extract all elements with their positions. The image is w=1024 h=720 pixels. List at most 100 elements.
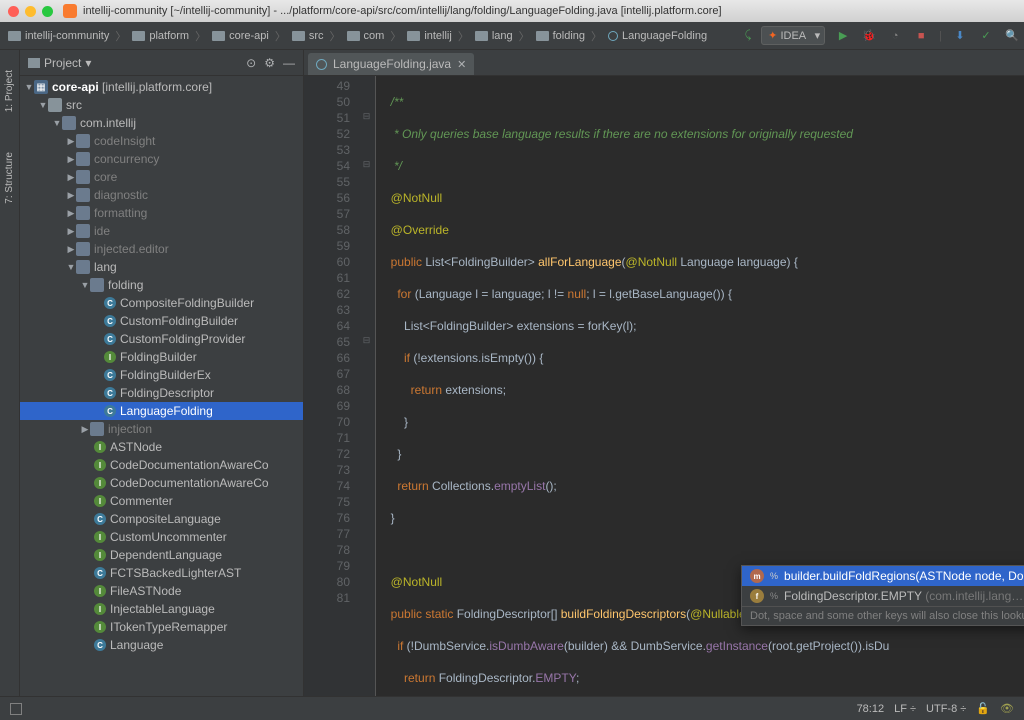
minimize-window-button[interactable]: [25, 6, 36, 17]
project-header: Project ▾ ⊙ ⚙ —: [20, 50, 303, 76]
debug-button[interactable]: 🐞: [861, 28, 877, 44]
class-icon: C: [104, 369, 116, 381]
close-window-button[interactable]: [8, 6, 19, 17]
tree-class[interactable]: CLanguage: [20, 636, 303, 654]
interface-icon: I: [94, 549, 106, 561]
editor-tab[interactable]: LanguageFolding.java ✕: [308, 53, 474, 75]
tree-folder[interactable]: ▶concurrency: [20, 150, 303, 168]
tool-windows-toggle[interactable]: [10, 703, 22, 715]
tree-class[interactable]: ICodeDocumentationAwareCo: [20, 456, 303, 474]
line-number-gutter[interactable]: 4950515253 54 55565758596061626364656667…: [304, 76, 358, 696]
vcs-update-button[interactable]: ⬇: [952, 28, 968, 44]
run-config-selector[interactable]: ✦ IDEA: [761, 26, 825, 45]
caret-position[interactable]: 78:12: [857, 703, 885, 715]
tree-class[interactable]: IDependentLanguage: [20, 546, 303, 564]
scroll-from-source-icon[interactable]: ⊙: [246, 56, 256, 70]
tree-folder[interactable]: ▶ide: [20, 222, 303, 240]
read-only-toggle-icon[interactable]: 🔓: [976, 702, 990, 715]
folder-icon: [8, 31, 21, 41]
status-bar: 78:12 LF ÷ UTF-8 ÷ 🔓 👁: [0, 696, 1024, 720]
project-tree[interactable]: ▼▦core-api [intellij.platform.core] ▼src…: [20, 76, 303, 696]
breadcrumb-item[interactable]: platform: [128, 30, 193, 42]
file-encoding[interactable]: UTF-8 ÷: [926, 703, 966, 715]
tree-class[interactable]: ICodeDocumentationAwareCo: [20, 474, 303, 492]
tab-label: LanguageFolding.java: [333, 57, 451, 71]
app-icon: [63, 4, 77, 18]
package-icon: [76, 152, 90, 166]
package-icon: [90, 278, 104, 292]
breadcrumb-item[interactable]: com: [343, 30, 389, 42]
run-button[interactable]: ▶: [835, 28, 851, 44]
search-button[interactable]: 🔍: [1004, 28, 1020, 44]
tree-class[interactable]: IFoldingBuilder: [20, 348, 303, 366]
coverage-button[interactable]: ◔: [887, 28, 903, 44]
tree-class[interactable]: CFoldingDescriptor: [20, 384, 303, 402]
tree-class[interactable]: ICustomUncommenter: [20, 528, 303, 546]
tree-class[interactable]: IASTNode: [20, 438, 303, 456]
inspections-icon[interactable]: 👁: [1000, 702, 1014, 715]
tree-folder[interactable]: ▶formatting: [20, 204, 303, 222]
project-title: Project: [44, 56, 81, 70]
tree-class[interactable]: CFCTSBackedLighterAST: [20, 564, 303, 582]
package-icon: [62, 116, 76, 130]
class-icon: C: [94, 513, 106, 525]
close-tab-icon[interactable]: ✕: [457, 58, 466, 71]
window-controls: [8, 6, 53, 17]
folder-icon: [132, 31, 145, 41]
line-separator[interactable]: LF ÷: [894, 703, 916, 715]
tree-class[interactable]: CCompositeLanguage: [20, 510, 303, 528]
fold-gutter[interactable]: ⊟⊟⊟: [358, 76, 376, 696]
package-icon: [76, 260, 90, 274]
stop-button[interactable]: ■: [913, 28, 929, 44]
code-completion-popup[interactable]: m % builder.buildFoldRegions(ASTNode nod…: [741, 565, 1024, 626]
interface-icon: I: [94, 459, 106, 471]
tree-folder[interactable]: ▶injected.editor: [20, 240, 303, 258]
vcs-commit-button[interactable]: ✓: [978, 28, 994, 44]
build-icon[interactable]: ⤹: [745, 29, 752, 42]
breadcrumb-item[interactable]: intellij: [403, 30, 456, 42]
settings-icon[interactable]: ⚙: [264, 56, 275, 70]
interface-icon: I: [94, 585, 106, 597]
tree-class[interactable]: CCustomFoldingBuilder: [20, 312, 303, 330]
tool-tab-project[interactable]: 1: Project: [4, 70, 15, 112]
interface-icon: I: [94, 603, 106, 615]
tree-class[interactable]: IInjectableLanguage: [20, 600, 303, 618]
view-mode-dropdown[interactable]: ▾: [85, 56, 91, 70]
tree-class[interactable]: CCompositeFoldingBuilder: [20, 294, 303, 312]
breadcrumb-item[interactable]: src: [288, 30, 328, 42]
breadcrumb-item[interactable]: lang: [471, 30, 517, 42]
class-icon: [608, 31, 618, 41]
tree-folder[interactable]: ▼folding: [20, 276, 303, 294]
tree-class[interactable]: CCustomFoldingProvider: [20, 330, 303, 348]
completion-item-selected[interactable]: m % builder.buildFoldRegions(ASTNode nod…: [742, 566, 1024, 586]
tree-folder[interactable]: ▼src: [20, 96, 303, 114]
project-tool-window: Project ▾ ⊙ ⚙ — ▼▦core-api [intellij.pla…: [20, 50, 304, 696]
completion-item[interactable]: f % FoldingDescriptor.EMPTY (com.intelli…: [742, 586, 1024, 606]
breadcrumb-item[interactable]: core-api: [208, 30, 273, 42]
tree-folder[interactable]: ▶injection: [20, 420, 303, 438]
tree-class[interactable]: CFoldingBuilderEx: [20, 366, 303, 384]
tree-folder[interactable]: ▶diagnostic: [20, 186, 303, 204]
tree-class-selected[interactable]: CLanguageFolding: [20, 402, 303, 420]
tool-tab-structure[interactable]: 7: Structure: [4, 152, 15, 204]
breadcrumb-item[interactable]: intellij-community: [4, 30, 113, 42]
tree-package[interactable]: ▼com.intellij: [20, 114, 303, 132]
tree-folder[interactable]: ▶codeInsight: [20, 132, 303, 150]
package-icon: [76, 134, 90, 148]
package-icon: [76, 206, 90, 220]
package-icon: [90, 422, 104, 436]
breadcrumb-item[interactable]: folding: [532, 30, 589, 42]
hide-icon[interactable]: —: [283, 56, 295, 70]
tree-module[interactable]: ▼▦core-api [intellij.platform.core]: [20, 78, 303, 96]
class-icon: C: [94, 567, 106, 579]
tree-folder[interactable]: ▼lang: [20, 258, 303, 276]
method-icon: m: [750, 569, 764, 583]
tree-class[interactable]: IITokenTypeRemapper: [20, 618, 303, 636]
zoom-window-button[interactable]: [42, 6, 53, 17]
tree-class[interactable]: IFileASTNode: [20, 582, 303, 600]
source-folder-icon: [48, 98, 62, 112]
breadcrumb-item[interactable]: LanguageFolding: [604, 30, 711, 42]
field-icon: f: [750, 589, 764, 603]
tree-class[interactable]: ICommenter: [20, 492, 303, 510]
tree-folder[interactable]: ▶core: [20, 168, 303, 186]
